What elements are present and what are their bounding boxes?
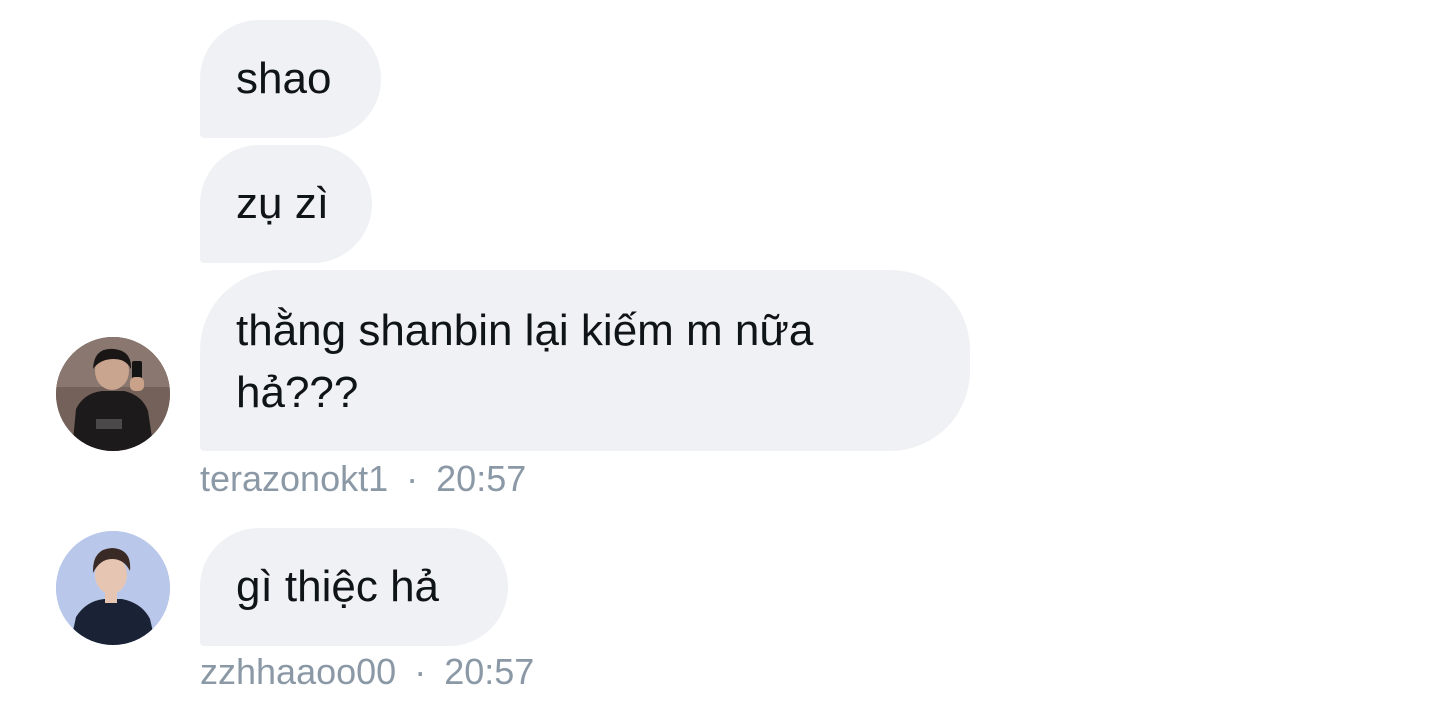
message-bubble[interactable]: zụ zì bbox=[200, 145, 372, 263]
avatar-photo-icon bbox=[56, 531, 170, 645]
username[interactable]: terazonokt1 bbox=[200, 458, 388, 499]
avatar[interactable] bbox=[56, 337, 170, 451]
avatar[interactable] bbox=[56, 531, 170, 645]
message-meta: terazonokt1 · 20:57 bbox=[200, 458, 526, 500]
username[interactable]: zzhhaaoo00 bbox=[200, 651, 396, 692]
timestamp: 20:57 bbox=[436, 458, 527, 499]
message-text: gì thiệc hả bbox=[236, 562, 440, 611]
message-text: thằng shanbin lại kiếm m nữa hả??? bbox=[236, 306, 814, 417]
meta-separator: · bbox=[414, 651, 427, 692]
timestamp: 20:57 bbox=[444, 651, 535, 692]
message-meta: zzhhaaoo00 · 20:57 bbox=[200, 651, 534, 693]
meta-separator: · bbox=[406, 458, 419, 499]
message-bubble[interactable]: shao bbox=[200, 20, 381, 138]
message-bubble[interactable]: gì thiệc hả bbox=[200, 528, 508, 646]
avatar-photo-icon bbox=[56, 337, 170, 451]
message-bubble[interactable]: thằng shanbin lại kiếm m nữa hả??? bbox=[200, 270, 970, 451]
message-text: zụ zì bbox=[236, 179, 329, 228]
message-text: shao bbox=[236, 54, 332, 103]
